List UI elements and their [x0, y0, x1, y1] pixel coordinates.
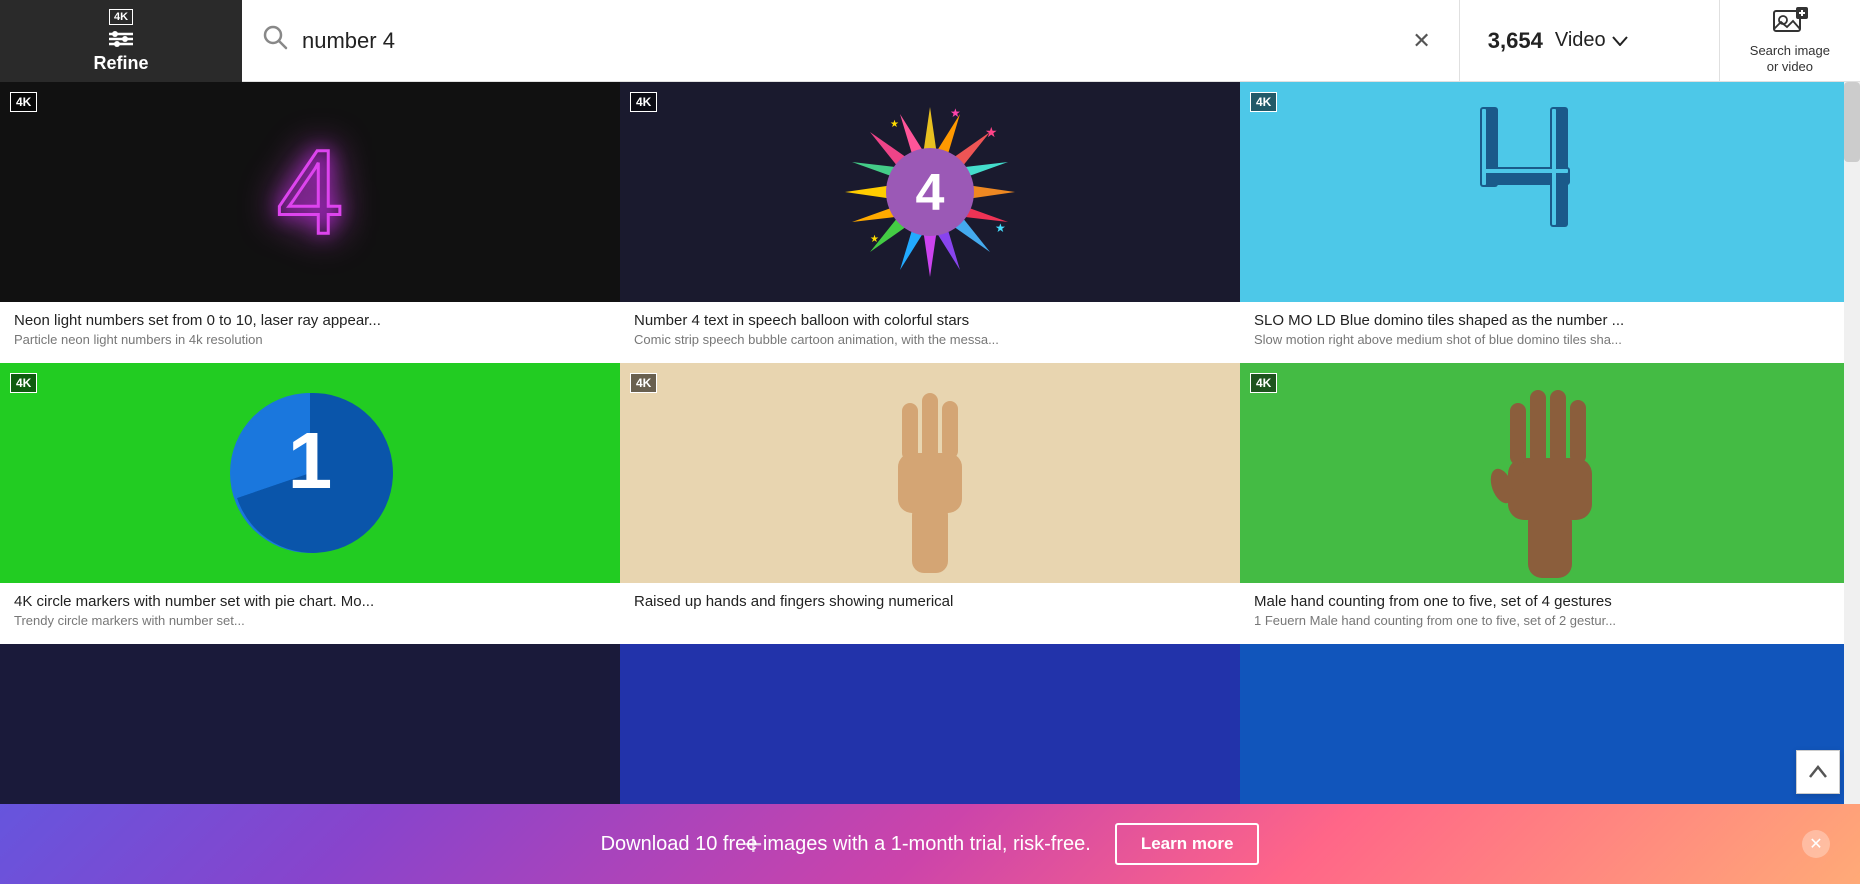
domino-number-svg	[1470, 97, 1630, 287]
search-area: ✕	[242, 0, 1460, 82]
grid-item-9[interactable]	[1240, 644, 1860, 824]
scroll-to-top-button[interactable]	[1796, 750, 1840, 794]
search-image-label: Search imageor video	[1750, 43, 1830, 74]
thumbnail-1: 4K 4	[0, 82, 620, 302]
scrollbar[interactable]	[1844, 82, 1860, 884]
item-title-6: Male hand counting from one to five, set…	[1254, 593, 1846, 610]
item-subtitle-6: 1 Feuern Male hand counting from one to …	[1254, 613, 1846, 628]
item-title-4: 4K circle markers with number set with p…	[14, 593, 606, 610]
4k-badge-6: 4K	[1250, 373, 1277, 393]
hand-3-svg	[870, 373, 990, 573]
svg-text:★: ★	[950, 106, 961, 120]
grid-item-6[interactable]: 4K Male hand counting from one to five,	[1240, 363, 1860, 644]
grid-item-8[interactable]	[620, 644, 1240, 824]
grid-item-4[interactable]: 4K 1 4K circle markers with number set w…	[0, 363, 620, 644]
learn-more-button[interactable]: Learn more	[1115, 823, 1260, 865]
grid-item-1[interactable]: 4K 4 Neon light numbers set from 0 to 10…	[0, 82, 620, 363]
scrollbar-thumb[interactable]	[1844, 82, 1860, 162]
starburst-svg: 4 ★ ★ ★ ★ ★	[835, 97, 1025, 287]
promotional-banner: + Download 10 free images with a 1-month…	[0, 804, 1860, 884]
grid-item-2[interactable]: 4K	[620, 82, 1240, 363]
item-subtitle-1: Particle neon light numbers in 4k resolu…	[14, 332, 606, 347]
refine-button[interactable]: 4K Refine	[0, 0, 242, 82]
search-input[interactable]	[302, 28, 1404, 54]
item-title-5: Raised up hands and fingers showing nume…	[634, 593, 1226, 610]
4k-badge-5: 4K	[630, 373, 657, 393]
plus-decoration: +	[744, 826, 763, 863]
thumbnail-6: 4K	[1240, 363, 1860, 583]
grid-item-3[interactable]: 4K SLO MO LD Blue domino tiles shaped as…	[1240, 82, 1860, 363]
item-subtitle-4: Trendy circle markers with number set...	[14, 613, 606, 628]
thumbnail-5: 4K	[620, 363, 1240, 583]
item-subtitle-3: Slow motion right above medium shot of b…	[1254, 332, 1846, 347]
banner-close-button[interactable]: ✕	[1802, 830, 1830, 858]
search-image-icon	[1772, 7, 1808, 39]
results-grid: 4K 4 Neon light numbers set from 0 to 10…	[0, 82, 1860, 824]
item-subtitle-2: Comic strip speech bubble cartoon animat…	[634, 332, 1226, 347]
chevron-up-icon	[1808, 762, 1828, 782]
clear-button[interactable]: ✕	[1404, 24, 1438, 58]
grid-item-5[interactable]: 4K Raised up hands and fingers showing n…	[620, 363, 1240, 644]
refine-label: Refine	[93, 53, 148, 74]
thumbnail-4: 4K 1	[0, 363, 620, 583]
item-title-1: Neon light numbers set from 0 to 10, las…	[14, 312, 606, 329]
thumbnail-3: 4K	[1240, 82, 1860, 302]
results-count: 3,654	[1488, 28, 1543, 54]
svg-text:4: 4	[916, 164, 945, 222]
search-icon	[262, 24, 288, 57]
header: 4K Refine ✕ 3,654 Video	[0, 0, 1860, 82]
4k-badge-1: 4K	[10, 92, 37, 112]
pie-chart-svg: 1	[220, 383, 400, 563]
thumbnail-2: 4K	[620, 82, 1240, 302]
4k-badge-3: 4K	[1250, 92, 1277, 112]
item-title-3: SLO MO LD Blue domino tiles shaped as th…	[1254, 312, 1846, 329]
4k-badge-2: 4K	[630, 92, 657, 112]
grid-item-7[interactable]	[0, 644, 620, 824]
hand-4-svg	[1480, 368, 1620, 578]
item-title-2: Number 4 text in speech balloon with col…	[634, 312, 1226, 329]
content-area: 4K 4 Neon light numbers set from 0 to 10…	[0, 82, 1860, 884]
video-dropdown[interactable]: Video	[1555, 29, 1628, 52]
results-area: 3,654 Video	[1460, 0, 1720, 82]
chevron-down-icon	[1612, 36, 1628, 46]
video-label: Video	[1555, 29, 1606, 52]
refine-icon	[107, 29, 135, 49]
banner-text: Download 10 free images with a 1-month t…	[601, 833, 1091, 856]
svg-text:★: ★	[995, 221, 1006, 235]
4k-badge: 4K	[109, 9, 133, 25]
svg-text:★: ★	[870, 234, 879, 245]
svg-text:★: ★	[890, 119, 899, 130]
4k-badge-4: 4K	[10, 373, 37, 393]
search-image-button[interactable]: Search imageor video	[1720, 0, 1860, 82]
svg-text:1: 1	[288, 416, 333, 505]
svg-text:★: ★	[985, 124, 998, 140]
